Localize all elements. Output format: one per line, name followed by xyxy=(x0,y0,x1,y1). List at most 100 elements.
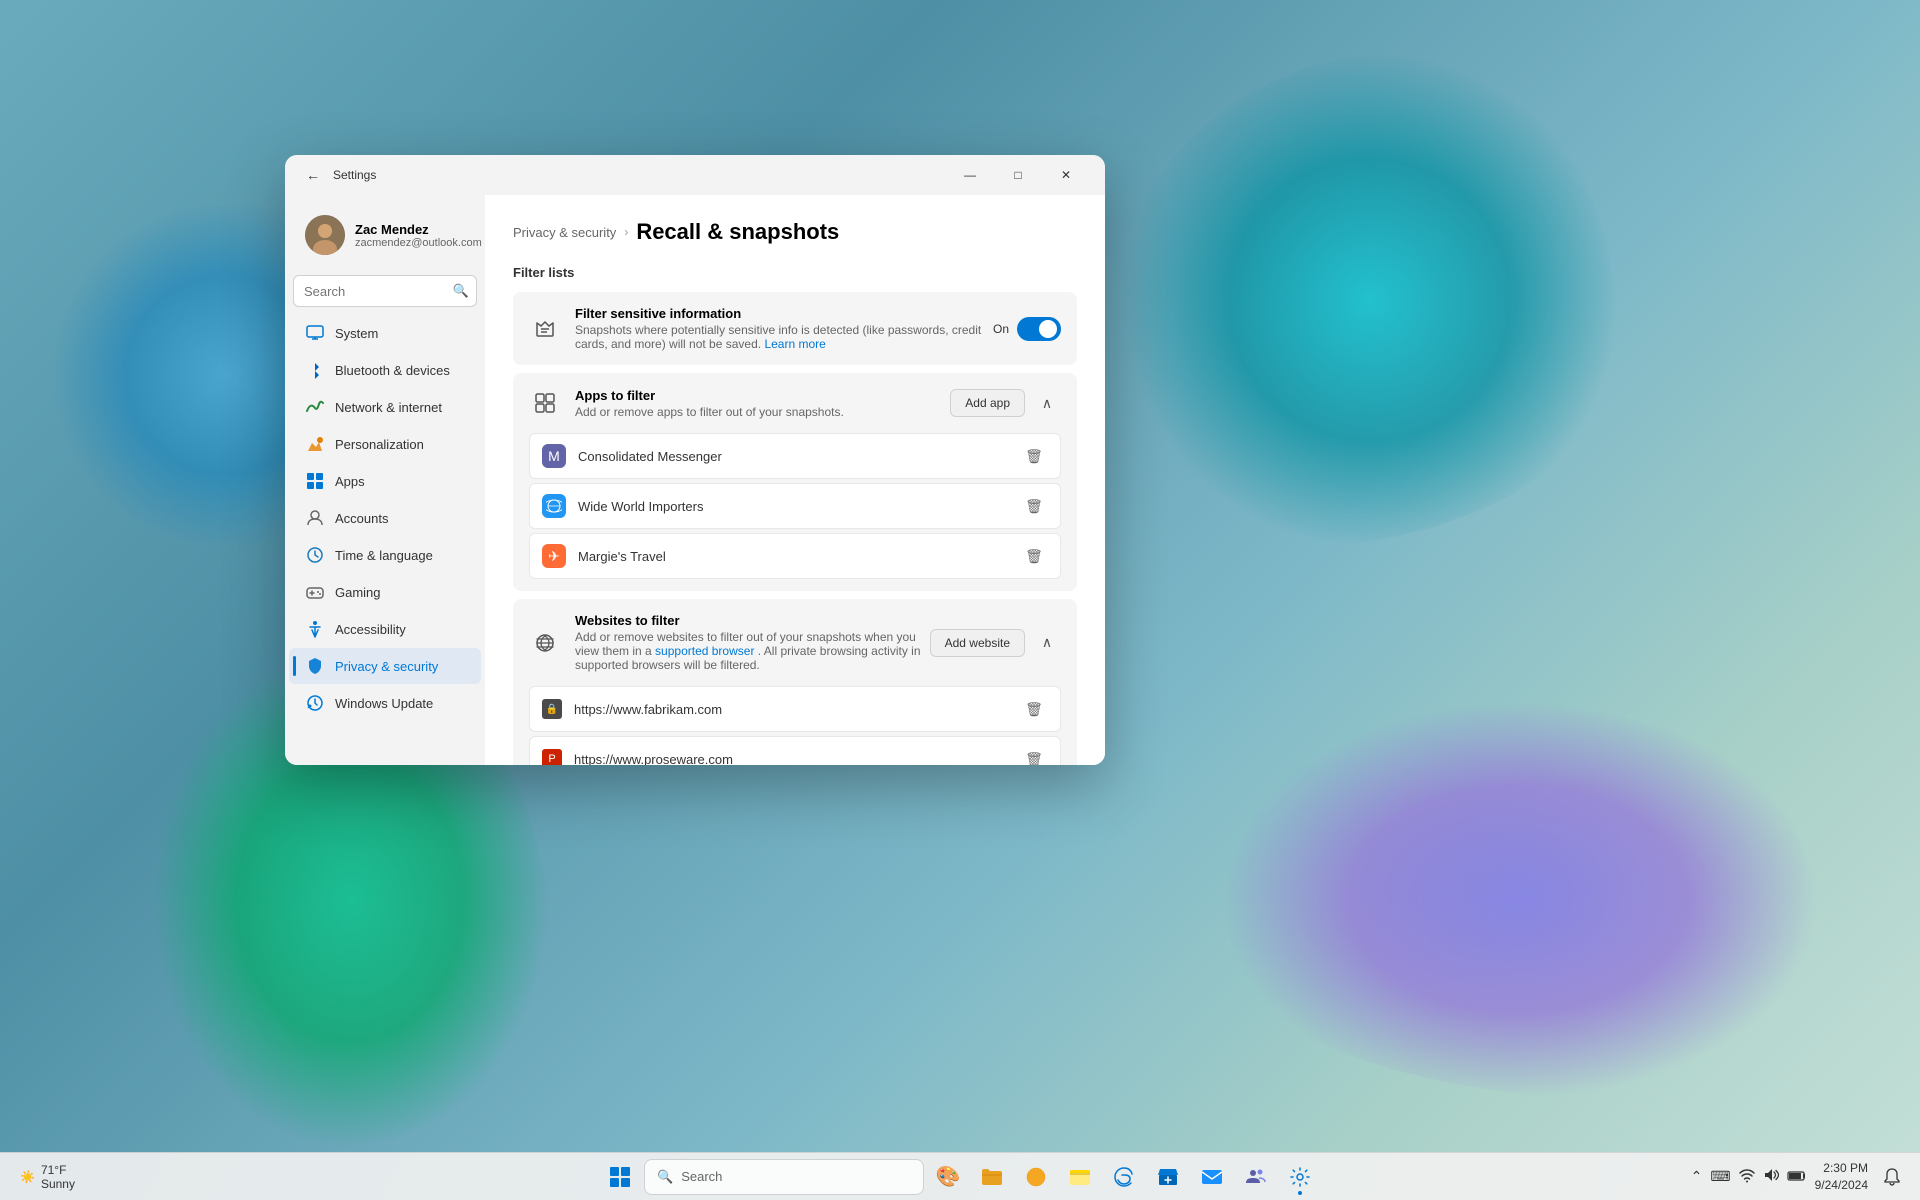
taskbar-app-edge[interactable] xyxy=(1104,1157,1144,1197)
main-content: Privacy & security › Recall & snapshots … xyxy=(485,195,1105,765)
bluetooth-icon xyxy=(305,360,325,380)
settings-window: ← Settings — □ ✕ xyxy=(285,155,1105,765)
tray-chevron[interactable]: ⌃ xyxy=(1691,1168,1703,1185)
bg-decoration-1 xyxy=(1120,50,1620,550)
taskbar-center: 🔍 Search 🎨 xyxy=(600,1157,1320,1197)
filter-sensitive-learn-more[interactable]: Learn more xyxy=(764,337,825,351)
taskbar-search-icon: 🔍 xyxy=(657,1169,673,1185)
delete-wwi-button[interactable]: 🗑 xyxy=(1020,492,1048,520)
taskbar-app-explorer[interactable] xyxy=(972,1157,1012,1197)
taskbar-app-mail[interactable] xyxy=(1192,1157,1232,1197)
websites-list: 🔒 https://www.fabrikam.com 🗑 P https://w… xyxy=(513,686,1077,765)
proseware-url: https://www.proseware.com xyxy=(574,752,1020,766)
desktop: ← Settings — □ ✕ xyxy=(0,0,1920,1200)
sidebar-item-gaming[interactable]: Gaming xyxy=(289,574,481,610)
tray-sound[interactable] xyxy=(1763,1167,1779,1186)
add-app-button[interactable]: Add app xyxy=(950,389,1025,417)
clock[interactable]: 2:30 PM 9/24/2024 xyxy=(1815,1160,1868,1194)
minimize-button[interactable]: — xyxy=(947,159,993,191)
taskbar-app-files[interactable] xyxy=(1060,1157,1100,1197)
weather-widget[interactable]: ☀️ 71°F Sunny xyxy=(12,1159,83,1195)
filter-sensitive-toggle[interactable] xyxy=(1017,317,1061,341)
supported-browser-link[interactable]: supported browser xyxy=(655,644,754,658)
app-item-travel: ✈ Margie's Travel 🗑 xyxy=(529,533,1061,579)
sidebar-search-input[interactable] xyxy=(293,275,477,307)
privacy-icon xyxy=(305,656,325,676)
apps-filter-icon xyxy=(529,387,561,419)
avatar xyxy=(305,215,345,255)
back-button[interactable]: ← xyxy=(301,163,325,187)
websites-to-filter-card: Websites to filter Add or remove website… xyxy=(513,599,1077,765)
sidebar-item-network[interactable]: Network & internet xyxy=(289,389,481,425)
taskbar-search[interactable]: 🔍 Search xyxy=(644,1159,924,1195)
sidebar-item-bluetooth[interactable]: Bluetooth & devices xyxy=(289,352,481,388)
apps-filter-text: Apps to filter Add or remove apps to fil… xyxy=(575,388,950,419)
sidebar-search-icon: 🔍 xyxy=(453,283,469,299)
bg-decoration-2 xyxy=(1220,700,1820,1100)
sidebar-item-gaming-label: Gaming xyxy=(335,585,381,600)
breadcrumb: Privacy & security › Recall & snapshots xyxy=(513,219,1077,245)
delete-proseware-button[interactable]: 🗑 xyxy=(1020,745,1048,765)
apps-expand-button[interactable]: ∧ xyxy=(1033,389,1061,417)
delete-travel-button[interactable]: 🗑 xyxy=(1020,542,1048,570)
sidebar-item-network-label: Network & internet xyxy=(335,400,442,415)
sidebar-item-accounts[interactable]: Accounts xyxy=(289,500,481,536)
add-website-button[interactable]: Add website xyxy=(930,629,1025,657)
websites-filter-header: Websites to filter Add or remove website… xyxy=(513,599,1077,686)
taskbar-app-teams[interactable] xyxy=(1236,1157,1276,1197)
user-profile[interactable]: Zac Mendez zacmendez@outlook.com xyxy=(289,203,481,267)
tray-battery[interactable] xyxy=(1787,1169,1807,1185)
sidebar-item-apps-label: Apps xyxy=(335,474,365,489)
breadcrumb-parent[interactable]: Privacy & security xyxy=(513,225,616,240)
accessibility-icon xyxy=(305,619,325,639)
taskbar: ☀️ 71°F Sunny 🔍 Search xyxy=(0,1152,1920,1200)
sidebar-item-privacy[interactable]: Privacy & security xyxy=(289,648,481,684)
sidebar-item-accounts-label: Accounts xyxy=(335,511,388,526)
sidebar-item-system[interactable]: System xyxy=(289,315,481,351)
taskbar-right: ⌃ ⌨ xyxy=(1691,1160,1908,1194)
app-item-messenger: M Consolidated Messenger 🗑 xyxy=(529,433,1061,479)
taskbar-left: ☀️ 71°F Sunny xyxy=(12,1159,83,1195)
taskbar-app-paint[interactable]: 🎨 xyxy=(928,1157,968,1197)
app-item-wwi: Wide World Importers 🗑 xyxy=(529,483,1061,529)
apps-filter-action: Add app ∧ xyxy=(950,389,1061,417)
taskbar-app-browser[interactable] xyxy=(1016,1157,1056,1197)
delete-fabrikam-button[interactable]: 🗑 xyxy=(1020,695,1048,723)
websites-filter-action: Add website ∧ xyxy=(930,629,1061,657)
tray-keyboard[interactable]: ⌨ xyxy=(1710,1168,1730,1185)
weather-icon: ☀️ xyxy=(20,1170,35,1184)
weather-temp: 71°F xyxy=(41,1163,75,1177)
websites-filter-icon xyxy=(529,627,561,659)
filter-sensitive-desc: Snapshots where potentially sensitive in… xyxy=(575,323,993,351)
start-button[interactable] xyxy=(600,1157,640,1197)
filter-sensitive-card: Filter sensitive information Snapshots w… xyxy=(513,292,1077,365)
sidebar-item-time[interactable]: Time & language xyxy=(289,537,481,573)
delete-messenger-button[interactable]: 🗑 xyxy=(1020,442,1048,470)
filter-sensitive-icon xyxy=(529,313,561,345)
apps-to-filter-header: Apps to filter Add or remove apps to fil… xyxy=(513,373,1077,433)
time-icon xyxy=(305,545,325,565)
maximize-button[interactable]: □ xyxy=(995,159,1041,191)
websites-expand-button[interactable]: ∧ xyxy=(1033,629,1061,657)
notification-button[interactable] xyxy=(1876,1161,1908,1193)
close-button[interactable]: ✕ xyxy=(1043,159,1089,191)
filter-sensitive-text: Filter sensitive information Snapshots w… xyxy=(575,306,993,351)
taskbar-app-store[interactable] xyxy=(1148,1157,1188,1197)
update-icon xyxy=(305,693,325,713)
taskbar-app-settings[interactable] xyxy=(1280,1157,1320,1197)
system-icon xyxy=(305,323,325,343)
wwi-name: Wide World Importers xyxy=(578,499,1020,514)
sidebar-item-update[interactable]: Windows Update xyxy=(289,685,481,721)
sidebar-item-personalization[interactable]: Personalization xyxy=(289,426,481,462)
user-email: zacmendez@outlook.com xyxy=(355,237,482,249)
filter-sensitive-title: Filter sensitive information xyxy=(575,306,993,321)
tray-wifi[interactable] xyxy=(1739,1167,1755,1186)
sidebar-item-update-label: Windows Update xyxy=(335,696,433,711)
network-icon xyxy=(305,397,325,417)
active-indicator xyxy=(293,656,296,676)
personalization-icon xyxy=(305,434,325,454)
travel-icon: ✈ xyxy=(542,544,566,568)
sidebar-item-accessibility[interactable]: Accessibility xyxy=(289,611,481,647)
apps-to-filter-card: Apps to filter Add or remove apps to fil… xyxy=(513,373,1077,591)
sidebar-item-apps[interactable]: Apps xyxy=(289,463,481,499)
